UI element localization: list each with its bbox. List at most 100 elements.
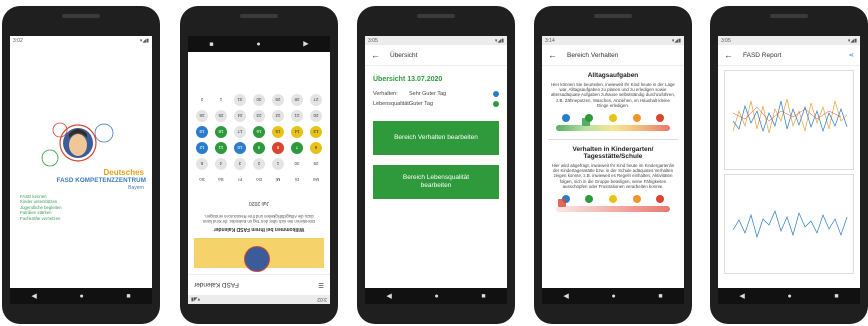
back-nav-icon[interactable]: ◀ <box>563 293 568 300</box>
section-title: Alltagsaufgaben <box>587 72 639 79</box>
calendar-day[interactable]: 9 <box>253 142 265 154</box>
smiley-icon[interactable] <box>608 114 617 123</box>
calendar-day[interactable]: 26 <box>196 110 208 122</box>
calendar-week: 29 30 1 2 3 4 5 <box>196 158 322 170</box>
weekday: Do <box>256 177 262 183</box>
nav-bar: ◀ ● ■ <box>542 288 684 304</box>
edit-quality-button[interactable]: Bereich Lebensqualität bearbeiten <box>373 165 499 199</box>
calendar-day[interactable]: 15 <box>272 126 284 138</box>
calendar-day[interactable]: 13 <box>310 126 322 138</box>
smiley-icon[interactable] <box>608 195 617 204</box>
calendar-day[interactable]: 5 <box>196 158 208 170</box>
speaker <box>594 14 632 18</box>
nav-bar: ◀ ● ■ <box>365 288 507 304</box>
divider <box>548 139 678 141</box>
slider-knob[interactable] <box>558 199 566 208</box>
calendar-day[interactable]: 12 <box>196 142 208 154</box>
nav-bar: ◀ ● ■ <box>718 288 860 304</box>
weekday-row: Mo Di Mi Do Fr Sa So <box>196 174 322 186</box>
calendar-day[interactable]: 21 <box>291 110 303 122</box>
smiley-row <box>554 195 672 204</box>
weekday: Sa <box>218 177 224 183</box>
app-bar: ← Übersicht <box>365 45 507 66</box>
app-title: Bereich Verhalten <box>567 51 619 59</box>
calendar-day[interactable]: 11 <box>215 142 227 154</box>
calendar-day[interactable]: 29 <box>272 94 284 106</box>
slider-knob[interactable] <box>582 118 590 127</box>
recents-nav-icon[interactable]: ■ <box>209 41 213 48</box>
smiley-icon[interactable] <box>585 195 594 204</box>
calendar-day[interactable]: 10 <box>234 142 246 154</box>
smiley-icon[interactable] <box>632 195 641 204</box>
report-chart <box>732 98 848 134</box>
calendar-day[interactable]: 28 <box>291 94 303 106</box>
calendar-day[interactable]: 20 <box>310 110 322 122</box>
rating-slider[interactable] <box>556 199 670 213</box>
calendar-day[interactable]: 2 <box>253 158 265 170</box>
smiley-icon[interactable] <box>561 114 570 123</box>
recents-nav-icon[interactable]: ■ <box>126 293 130 300</box>
home-nav-icon[interactable]: ● <box>256 41 260 48</box>
back-arrow-icon[interactable]: ← <box>724 50 733 60</box>
calendar-day[interactable]: 16 <box>253 126 265 138</box>
calendar-day[interactable]: 1 <box>272 158 284 170</box>
phone-calendar: 3:02 ▾◢▮ ☰ FASD Kalender Willkommen bei I… <box>180 6 338 324</box>
calendar-day[interactable]: 31 <box>234 94 246 106</box>
edit-behavior-button[interactable]: Bereich Verhalten bearbeiten <box>373 121 499 155</box>
report-screen: 3:05 ▾◢▮ ← FASD Report ⋖ ◀ ● ■ <box>718 36 860 304</box>
back-nav-icon[interactable]: ◀ <box>739 293 744 300</box>
calendar-day[interactable]: 18 <box>215 126 227 138</box>
status-bar: 3:05 ▾◢▮ <box>718 36 860 45</box>
speaker <box>240 14 278 18</box>
menu-icon[interactable]: ☰ <box>318 281 324 289</box>
back-nav-icon[interactable]: ◀ <box>31 293 36 300</box>
header-banner <box>194 238 324 272</box>
calendar-day[interactable]: 19 <box>196 126 208 138</box>
weekday: Di <box>294 177 300 183</box>
month-label: Juli 2020 <box>249 200 270 206</box>
overview-row: Verhalten: Sehr Guter Tag <box>373 91 499 97</box>
calendar-day[interactable]: 14 <box>291 126 303 138</box>
back-nav-icon[interactable]: ◀ <box>303 41 308 48</box>
calendar-day[interactable]: 1 <box>215 94 227 106</box>
recents-nav-icon[interactable]: ■ <box>658 293 662 300</box>
smiley-icon[interactable] <box>632 114 641 123</box>
overview-date-heading: Übersicht 13.07.2020 <box>373 76 443 83</box>
smiley-icon[interactable] <box>656 114 665 123</box>
calendar-day[interactable]: 3 <box>234 158 246 170</box>
rating-dot <box>493 91 499 97</box>
overview-row: Lebensqualität: Guter Tag <box>373 101 499 107</box>
calendar-day[interactable]: 17 <box>234 126 246 138</box>
share-icon[interactable]: ⋖ <box>849 51 854 59</box>
calendar-day[interactable]: 29 <box>310 158 322 170</box>
rating-slider[interactable] <box>556 118 670 132</box>
smiley-icon[interactable] <box>656 195 665 204</box>
calendar-day[interactable]: 27 <box>310 94 322 106</box>
calendar-day[interactable]: 6 <box>310 142 322 154</box>
calendar-day[interactable]: 4 <box>215 158 227 170</box>
home-nav-icon[interactable]: ● <box>787 293 791 300</box>
back-nav-icon[interactable]: ◀ <box>386 293 391 300</box>
calendar-day[interactable]: 8 <box>272 142 284 154</box>
back-arrow-icon[interactable]: ← <box>371 50 380 60</box>
app-bar: ← Bereich Verhalten <box>542 45 684 66</box>
back-arrow-icon[interactable]: ← <box>548 50 557 60</box>
calendar-day[interactable]: 30 <box>291 158 303 170</box>
calendar-day[interactable]: 23 <box>253 110 265 122</box>
calendar-day[interactable]: 7 <box>291 142 303 154</box>
status-bar: 3:14 ▾◢▮ <box>542 36 684 45</box>
calendar-day[interactable]: 24 <box>234 110 246 122</box>
calendar-day[interactable]: 30 <box>253 94 265 106</box>
overview-value: Sehr Guter Tag <box>409 91 447 97</box>
home-nav-icon[interactable]: ● <box>611 293 615 300</box>
home-nav-icon[interactable]: ● <box>79 293 83 300</box>
section-text: Hier können Sie beurteilen, inwieweit Ih… <box>550 82 675 108</box>
calendar-day[interactable]: 25 <box>215 110 227 122</box>
recents-nav-icon[interactable]: ■ <box>834 293 838 300</box>
home-nav-icon[interactable]: ● <box>434 293 438 300</box>
calendar-day[interactable]: 22 <box>272 110 284 122</box>
calendar-grid: Mo Di Mi Do Fr Sa So 29 30 1 2 3 4 5 6 7… <box>196 90 322 186</box>
tagline-item: Fachkräfte vernetzen <box>20 215 61 221</box>
calendar-day[interactable]: 2 <box>196 94 208 106</box>
recents-nav-icon[interactable]: ■ <box>481 293 485 300</box>
